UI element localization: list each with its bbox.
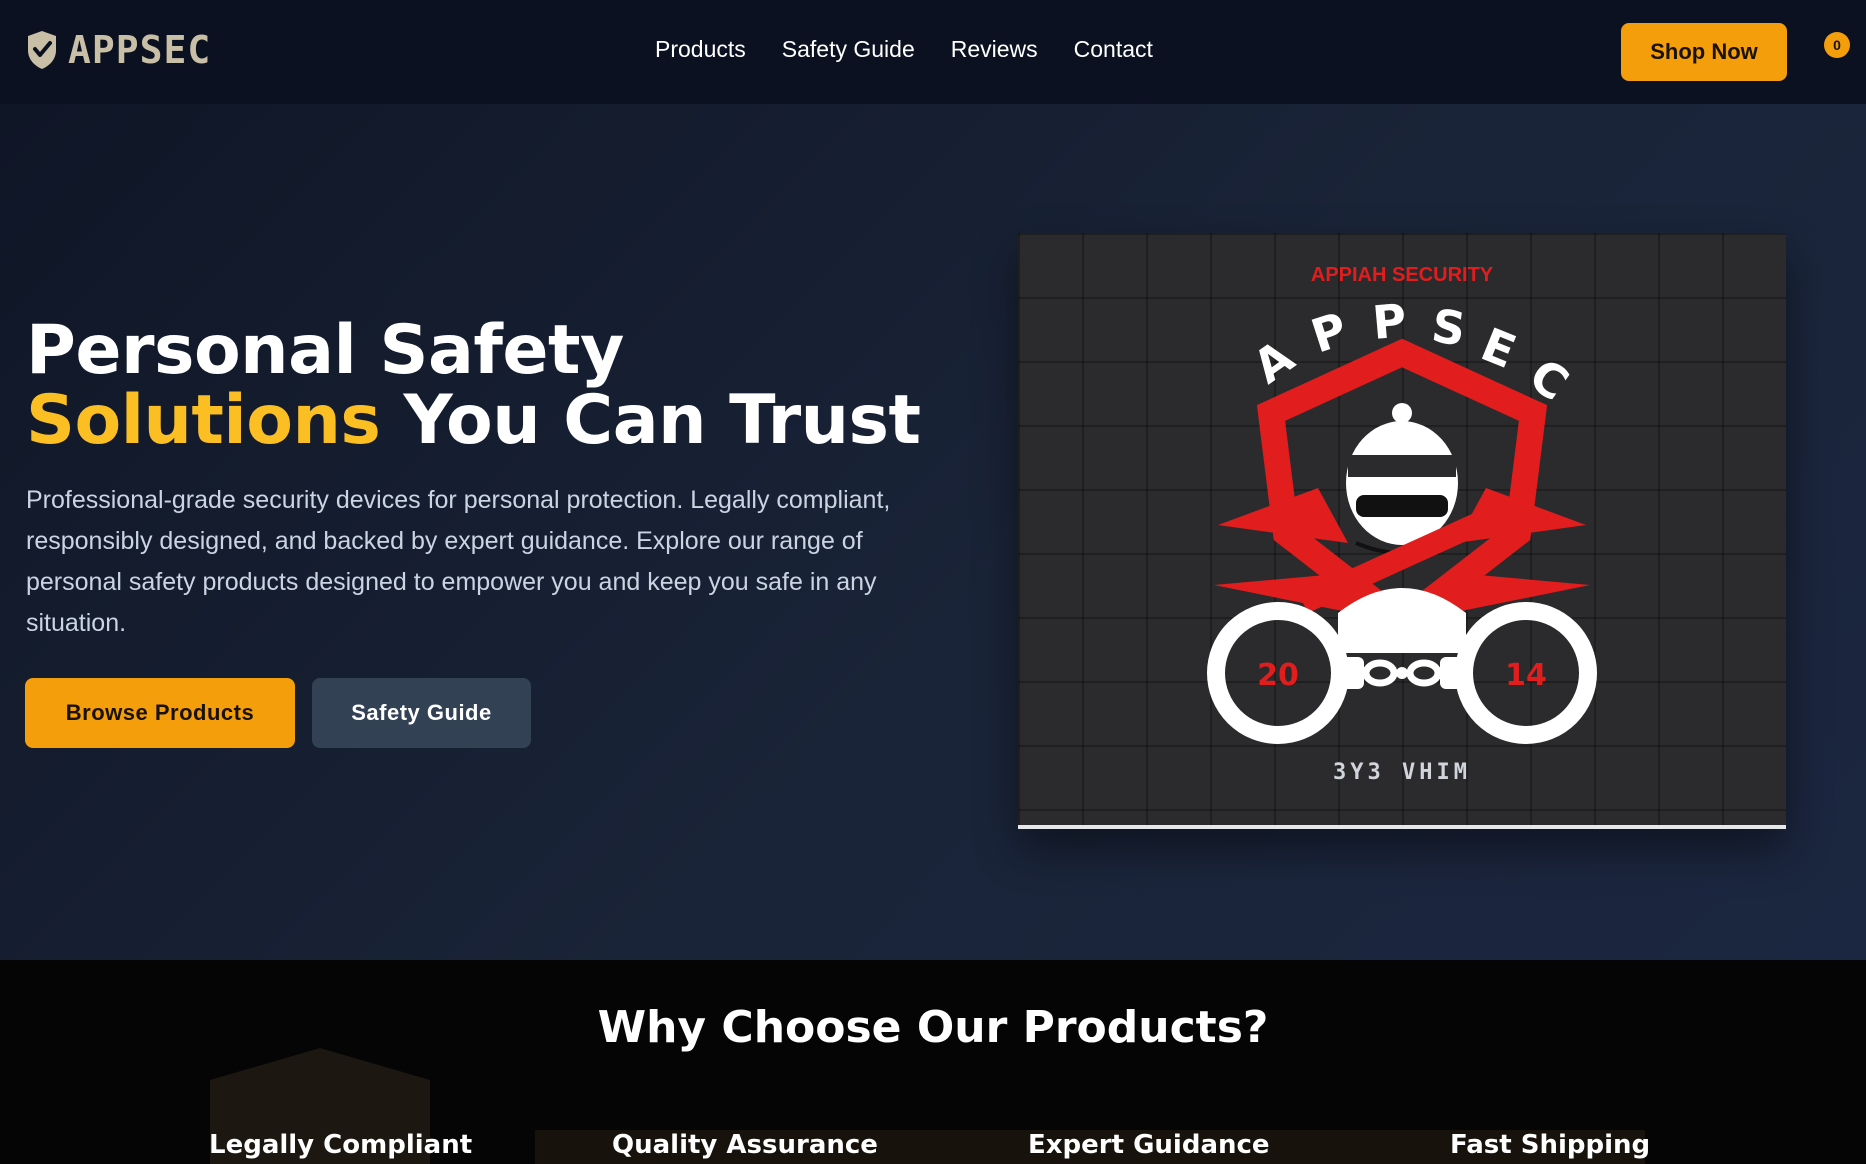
shop-now-button[interactable]: Shop Now (1621, 23, 1787, 81)
appsec-emblem: APPIAH SECURITY A P P S E C 20 14 3Y3 VH… (1207, 264, 1597, 785)
feature-fast-shipping: Fast Shipping (1450, 1130, 1651, 1160)
feature-legally-compliant: Legally Compliant (209, 1130, 473, 1160)
brand-wordmark: APPSEC (68, 28, 212, 72)
hero-logo-image: APPIAH SECURITY A P P S E C 20 14 3Y3 VH… (1018, 233, 1786, 829)
emblem-bottom-caption: 3Y3 VHIM (1333, 760, 1471, 785)
nav-link-contact[interactable]: Contact (1074, 36, 1153, 63)
hero-title-rest: You Can Trust (380, 381, 922, 460)
feature-quality-assurance: Quality Assurance (612, 1130, 878, 1160)
arc-letter-e: E (1474, 317, 1523, 379)
arc-letter-p1: P (1305, 302, 1354, 364)
brand-logo[interactable]: APPSEC (26, 28, 211, 72)
nav-link-products[interactable]: Products (655, 36, 746, 63)
nav-link-reviews[interactable]: Reviews (951, 36, 1038, 63)
cart-count-badge[interactable]: 0 (1824, 32, 1850, 58)
hero-title: Personal Safety Solutions You Can Trust (26, 316, 921, 456)
nav-link-safety-guide[interactable]: Safety Guide (782, 36, 915, 63)
emblem-left-number: 20 (1257, 658, 1299, 693)
arc-letter-a: A (1243, 329, 1303, 394)
top-navbar: APPSEC Products Safety Guide Reviews Con… (0, 0, 1866, 104)
hero-title-line1: Personal Safety (26, 311, 624, 390)
emblem-right-number: 14 (1505, 658, 1547, 693)
safety-guide-button[interactable]: Safety Guide (312, 678, 531, 748)
feature-expert-guidance: Expert Guidance (1028, 1130, 1270, 1160)
browse-products-button[interactable]: Browse Products (25, 678, 295, 748)
emblem-top-caption: APPIAH SECURITY (1311, 264, 1494, 286)
features-title: Why Choose Our Products? (597, 1002, 1269, 1053)
arc-letter-s: S (1428, 298, 1468, 356)
nav-links: Products Safety Guide Reviews Contact (655, 36, 1153, 63)
hero-description: Professional-grade security devices for … (26, 486, 891, 637)
shield-check-icon (28, 31, 56, 69)
hero-title-accent: Solutions (26, 381, 381, 460)
